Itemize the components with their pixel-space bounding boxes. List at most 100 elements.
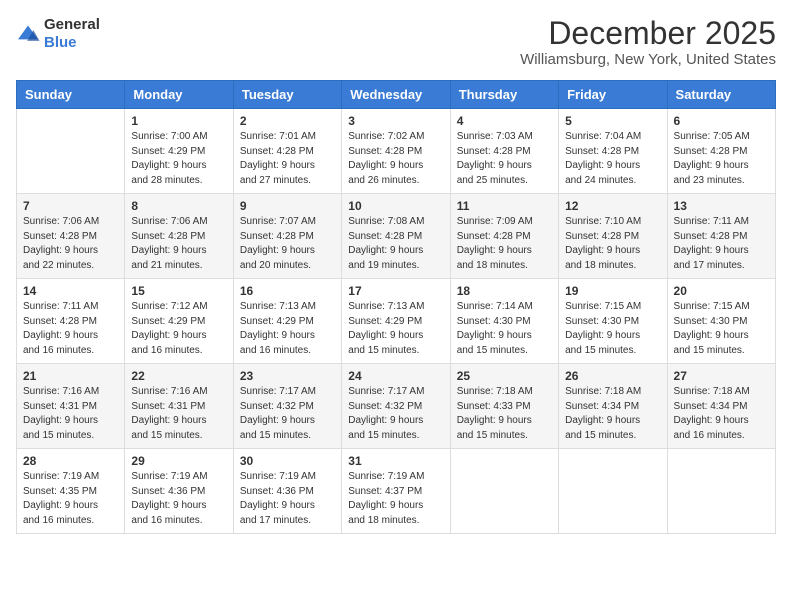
calendar-cell <box>450 449 558 534</box>
calendar: SundayMondayTuesdayWednesdayThursdayFrid… <box>16 80 776 534</box>
calendar-cell: 4 Sunrise: 7:03 AM Sunset: 4:28 PM Daylig… <box>450 109 558 194</box>
day-number: 21 <box>23 369 118 383</box>
calendar-cell: 26Sunrise: 7:18 AM Sunset: 4:34 PM Dayli… <box>559 364 667 449</box>
calendar-cell: 21 Sunrise: 7:16 AM Sunset: 4:31 PM Dayli… <box>17 364 125 449</box>
day-number: 4 <box>457 114 552 128</box>
calendar-cell: 29 Sunrise: 7:19 AM Sunset: 4:36 PM Dayli… <box>125 449 233 534</box>
weekday-header-saturday: Saturday <box>667 81 775 109</box>
calendar-cell: 24 Sunrise: 7:17 AM Sunset: 4:32 PM Dayli… <box>342 364 450 449</box>
day-info: Sunrise: 7:01 AM Sunset: 4:28 PM Dayligh… <box>240 130 335 188</box>
calendar-cell: 8 Sunrise: 7:06 AM Sunset: 4:28 PM Daylig… <box>125 194 233 279</box>
calendar-cell <box>559 449 667 534</box>
day-info: Sunrise: 7:18 AM Sunset: 4:34 PM Dayligh… <box>674 385 769 443</box>
day-number: 9 <box>240 199 335 213</box>
day-info: Sunrise: 7:09 AM Sunset: 4:28 PM Dayligh… <box>457 215 552 273</box>
calendar-cell: 13 Sunrise: 7:11 AM Sunset: 4:28 PM Dayli… <box>667 194 775 279</box>
day-info: Sunrise: 7:16 AM Sunset: 4:31 PM Dayligh… <box>131 385 226 443</box>
day-number: 1 <box>131 114 226 128</box>
logo-text: General Blue <box>44 16 100 52</box>
calendar-cell: 7Sunrise: 7:06 AM Sunset: 4:28 PM Daylig… <box>17 194 125 279</box>
calendar-cell: 12Sunrise: 7:10 AM Sunset: 4:28 PM Dayli… <box>559 194 667 279</box>
weekday-header-sunday: Sunday <box>17 81 125 109</box>
month-title: December 2025 <box>520 16 776 51</box>
day-info: Sunrise: 7:19 AM Sunset: 4:36 PM Dayligh… <box>240 470 335 528</box>
day-number: 2 <box>240 114 335 128</box>
calendar-cell: 30 Sunrise: 7:19 AM Sunset: 4:36 PM Dayli… <box>233 449 341 534</box>
calendar-cell: 20Sunrise: 7:15 AM Sunset: 4:30 PM Dayli… <box>667 279 775 364</box>
day-info: Sunrise: 7:05 AM Sunset: 4:28 PM Dayligh… <box>674 130 769 188</box>
day-info: Sunrise: 7:16 AM Sunset: 4:31 PM Dayligh… <box>23 385 118 443</box>
calendar-cell: 14 Sunrise: 7:11 AM Sunset: 4:28 PM Dayli… <box>17 279 125 364</box>
calendar-cell: 15 Sunrise: 7:12 AM Sunset: 4:29 PM Dayli… <box>125 279 233 364</box>
day-number: 24 <box>348 369 443 383</box>
logo: General Blue <box>16 16 100 52</box>
calendar-cell: 31Sunrise: 7:19 AM Sunset: 4:37 PM Dayli… <box>342 449 450 534</box>
day-number: 14 <box>23 284 118 298</box>
day-number: 30 <box>240 454 335 468</box>
weekday-header-row: SundayMondayTuesdayWednesdayThursdayFrid… <box>17 81 776 109</box>
week-row-5: 28 Sunrise: 7:19 AM Sunset: 4:35 PM Dayli… <box>17 449 776 534</box>
day-number: 26 <box>565 369 660 383</box>
week-row-2: 7 Sunrise: 7:06 AM Sunset: 4:28 PM Daylig… <box>17 194 776 279</box>
day-info: Sunrise: 7:08 AM Sunset: 4:28 PM Dayligh… <box>348 215 443 273</box>
day-info: Sunrise: 7:00 AM Sunset: 4:29 PM Dayligh… <box>131 130 226 188</box>
week-row-1: 1 Sunrise: 7:00 AM Sunset: 4:29 PM Daylig… <box>17 109 776 194</box>
day-number: 5 <box>565 114 660 128</box>
day-info: Sunrise: 7:17 AM Sunset: 4:32 PM Dayligh… <box>240 385 335 443</box>
day-number: 19 <box>565 284 660 298</box>
logo-general: General <box>44 16 100 33</box>
day-info: Sunrise: 7:06 AM Sunset: 4:28 PM Dayligh… <box>131 215 226 273</box>
day-info: Sunrise: 7:12 AM Sunset: 4:29 PM Dayligh… <box>131 300 226 358</box>
title-block: December 2025 Williamsburg, New York, Un… <box>520 16 776 68</box>
day-info: Sunrise: 7:14 AM Sunset: 4:30 PM Dayligh… <box>457 300 552 358</box>
calendar-cell <box>667 449 775 534</box>
day-number: 31 <box>348 454 443 468</box>
day-info: Sunrise: 7:15 AM Sunset: 4:30 PM Dayligh… <box>565 300 660 358</box>
calendar-cell: 10Sunrise: 7:08 AM Sunset: 4:28 PM Dayli… <box>342 194 450 279</box>
day-number: 8 <box>131 199 226 213</box>
logo-icon <box>16 24 40 44</box>
day-info: Sunrise: 7:07 AM Sunset: 4:28 PM Dayligh… <box>240 215 335 273</box>
day-number: 15 <box>131 284 226 298</box>
calendar-cell: 19 Sunrise: 7:15 AM Sunset: 4:30 PM Dayli… <box>559 279 667 364</box>
day-number: 7 <box>23 199 118 213</box>
day-number: 22 <box>131 369 226 383</box>
weekday-header-thursday: Thursday <box>450 81 558 109</box>
day-info: Sunrise: 7:19 AM Sunset: 4:36 PM Dayligh… <box>131 470 226 528</box>
weekday-header-tuesday: Tuesday <box>233 81 341 109</box>
day-number: 13 <box>674 199 769 213</box>
day-info: Sunrise: 7:17 AM Sunset: 4:32 PM Dayligh… <box>348 385 443 443</box>
weekday-header-friday: Friday <box>559 81 667 109</box>
calendar-cell: 18Sunrise: 7:14 AM Sunset: 4:30 PM Dayli… <box>450 279 558 364</box>
calendar-cell: 5 Sunrise: 7:04 AM Sunset: 4:28 PM Daylig… <box>559 109 667 194</box>
day-number: 25 <box>457 369 552 383</box>
weekday-header-wednesday: Wednesday <box>342 81 450 109</box>
day-number: 3 <box>348 114 443 128</box>
calendar-cell: 28 Sunrise: 7:19 AM Sunset: 4:35 PM Dayli… <box>17 449 125 534</box>
day-info: Sunrise: 7:13 AM Sunset: 4:29 PM Dayligh… <box>348 300 443 358</box>
day-info: Sunrise: 7:13 AM Sunset: 4:29 PM Dayligh… <box>240 300 335 358</box>
day-info: Sunrise: 7:18 AM Sunset: 4:33 PM Dayligh… <box>457 385 552 443</box>
weekday-header-monday: Monday <box>125 81 233 109</box>
day-number: 28 <box>23 454 118 468</box>
calendar-cell: 9 Sunrise: 7:07 AM Sunset: 4:28 PM Daylig… <box>233 194 341 279</box>
day-number: 29 <box>131 454 226 468</box>
day-number: 11 <box>457 199 552 213</box>
day-number: 20 <box>674 284 769 298</box>
day-number: 16 <box>240 284 335 298</box>
day-info: Sunrise: 7:11 AM Sunset: 4:28 PM Dayligh… <box>674 215 769 273</box>
day-number: 23 <box>240 369 335 383</box>
calendar-cell: 2 Sunrise: 7:01 AM Sunset: 4:28 PM Daylig… <box>233 109 341 194</box>
day-info: Sunrise: 7:02 AM Sunset: 4:28 PM Dayligh… <box>348 130 443 188</box>
calendar-cell: 22 Sunrise: 7:16 AM Sunset: 4:31 PM Dayli… <box>125 364 233 449</box>
day-info: Sunrise: 7:04 AM Sunset: 4:28 PM Dayligh… <box>565 130 660 188</box>
week-row-3: 14 Sunrise: 7:11 AM Sunset: 4:28 PM Dayli… <box>17 279 776 364</box>
calendar-cell: 23 Sunrise: 7:17 AM Sunset: 4:32 PM Dayli… <box>233 364 341 449</box>
day-info: Sunrise: 7:11 AM Sunset: 4:28 PM Dayligh… <box>23 300 118 358</box>
calendar-cell: 17Sunrise: 7:13 AM Sunset: 4:29 PM Dayli… <box>342 279 450 364</box>
day-info: Sunrise: 7:19 AM Sunset: 4:35 PM Dayligh… <box>23 470 118 528</box>
calendar-cell: 3 Sunrise: 7:02 AM Sunset: 4:28 PM Daylig… <box>342 109 450 194</box>
calendar-cell: 11 Sunrise: 7:09 AM Sunset: 4:28 PM Dayli… <box>450 194 558 279</box>
day-info: Sunrise: 7:03 AM Sunset: 4:28 PM Dayligh… <box>457 130 552 188</box>
calendar-cell: 25 Sunrise: 7:18 AM Sunset: 4:33 PM Dayli… <box>450 364 558 449</box>
